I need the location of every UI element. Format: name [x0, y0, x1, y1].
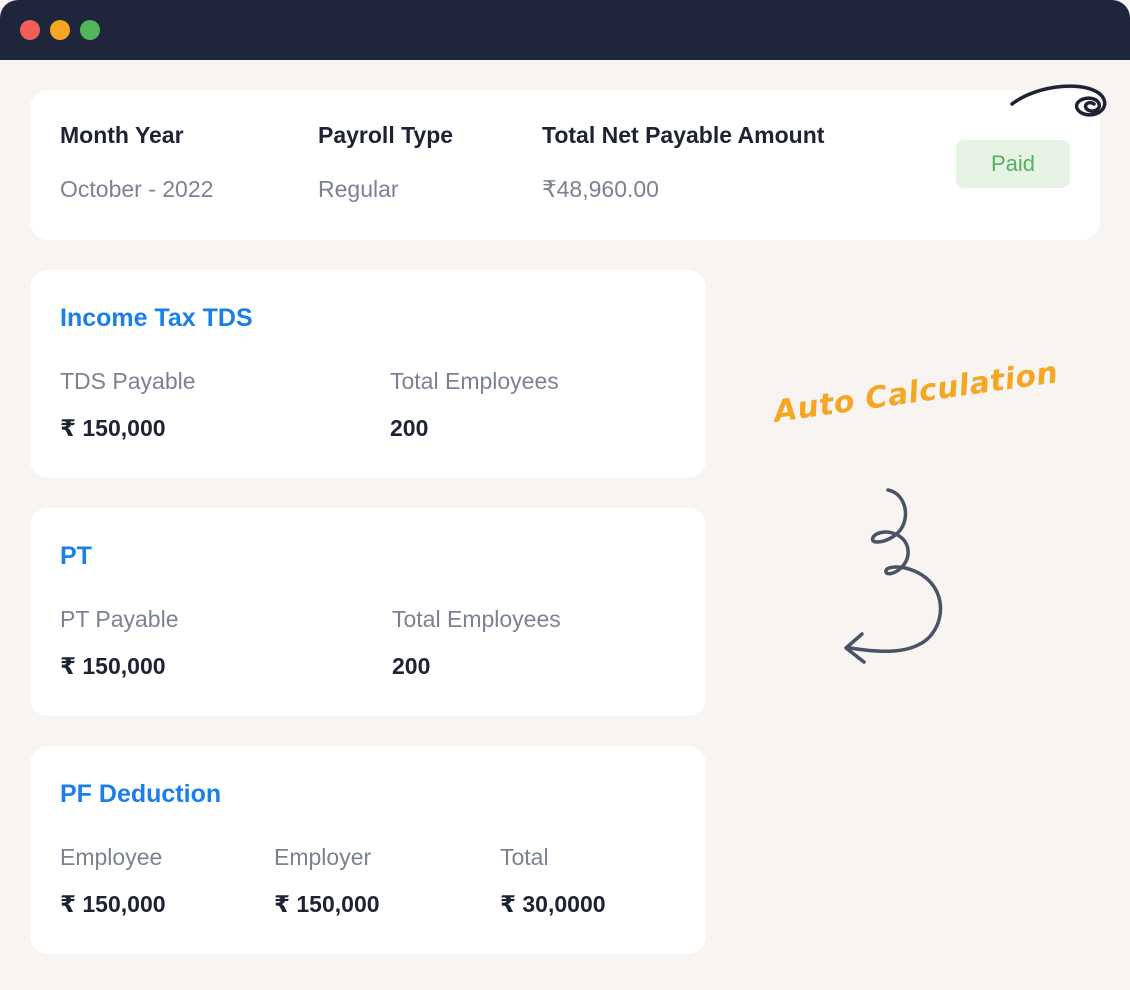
pf-employer-label: Employer	[274, 844, 372, 870]
payroll-summary-card: Month Year October - 2022 Payroll Type R…	[30, 90, 1100, 240]
status-badge: Paid	[956, 140, 1070, 188]
month-year-label: Month Year	[60, 122, 184, 148]
curly-arrow-icon	[844, 488, 943, 664]
pt-payable-value: ₹ 150,000	[60, 653, 166, 679]
close-window-button[interactable]	[20, 20, 40, 40]
title-bar	[0, 0, 1130, 60]
pf-employee-value: ₹ 150,000	[60, 891, 166, 917]
tds-total-employees-value: 200	[390, 415, 429, 441]
maximize-window-button[interactable]	[80, 20, 100, 40]
minimize-window-button[interactable]	[50, 20, 70, 40]
payroll-type-label: Payroll Type	[318, 122, 454, 148]
pf-employee-label: Employee	[60, 844, 163, 870]
auto-calculation-annotation: Auto Calculation	[771, 355, 1061, 430]
pf-total-value: ₹ 30,0000	[500, 891, 606, 917]
tds-payable-label: TDS Payable	[60, 368, 196, 394]
month-year-value: October - 2022	[60, 176, 214, 202]
pf-total-label: Total	[500, 844, 549, 870]
tds-total-employees-label: Total Employees	[390, 368, 559, 394]
pf-deduction-title: PF Deduction	[60, 780, 222, 808]
pf-employer-value: ₹ 150,000	[274, 891, 380, 917]
pt-total-employees-value: 200	[392, 653, 431, 679]
pt-title: PT	[60, 542, 92, 570]
app-window: Month Year October - 2022 Payroll Type R…	[0, 0, 1130, 990]
total-net-payable-value: ₹48,960.00	[542, 176, 659, 202]
income-tax-tds-title: Income Tax TDS	[60, 304, 253, 332]
payroll-type-value: Regular	[318, 176, 399, 202]
income-tax-tds-card: Income Tax TDS TDS Payable ₹ 150,000 Tot…	[30, 270, 706, 478]
pf-deduction-card: PF Deduction Employee ₹ 150,000 Employer…	[30, 746, 706, 954]
tds-payable-value: ₹ 150,000	[60, 415, 166, 441]
total-net-payable-label: Total Net Payable Amount	[542, 122, 825, 148]
pt-payable-label: PT Payable	[60, 606, 179, 632]
pt-card: PT PT Payable ₹ 150,000 Total Employees …	[30, 508, 706, 716]
pt-total-employees-label: Total Employees	[392, 606, 561, 632]
swirl-icon	[1010, 84, 1107, 117]
